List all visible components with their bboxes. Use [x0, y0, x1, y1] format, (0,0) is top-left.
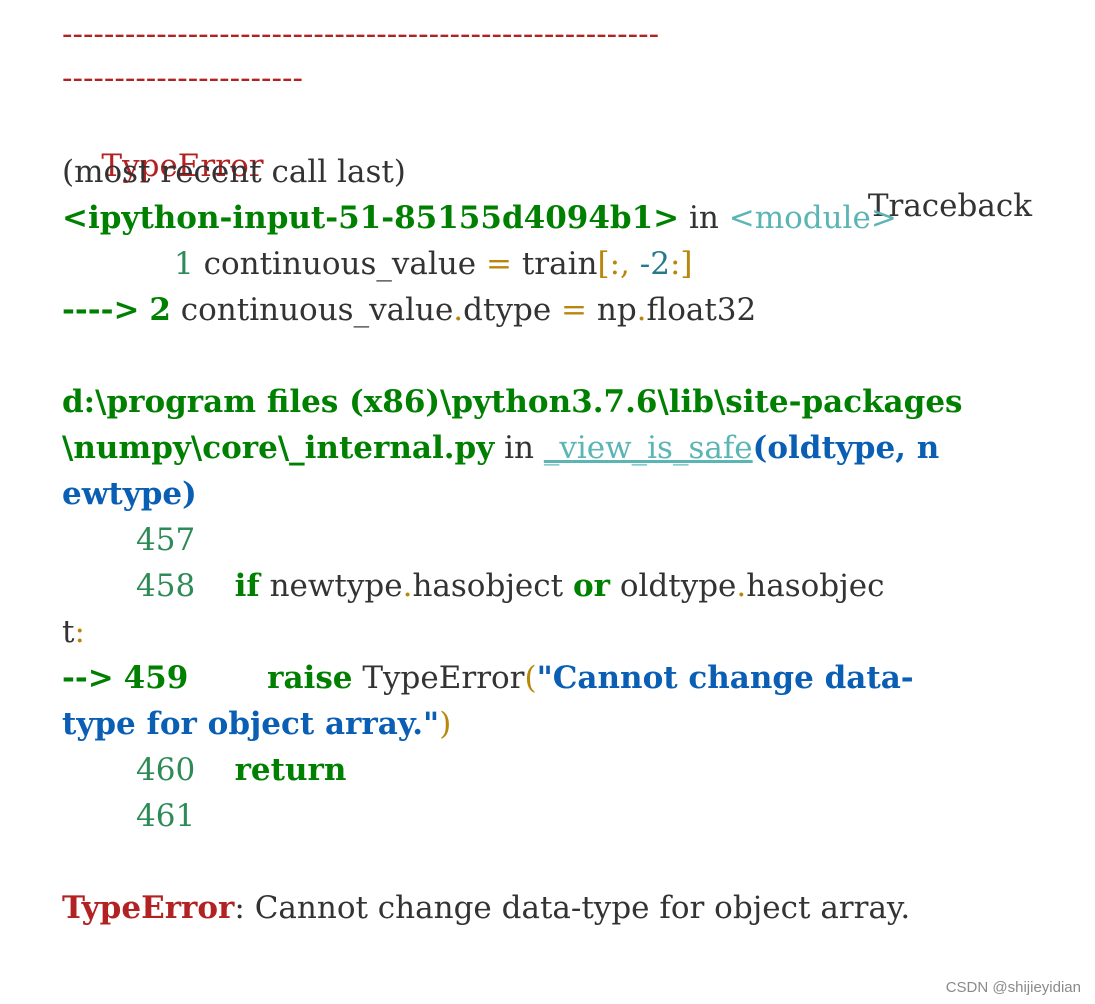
- frame-args-cont: ewtype): [62, 476, 197, 512]
- keyword-raise: raise: [267, 660, 353, 696]
- traceback-label-cont: (most recent call last): [62, 154, 406, 190]
- in-keyword: in: [494, 430, 544, 466]
- keyword-or: or: [572, 568, 610, 604]
- code-line: 460 return: [136, 750, 346, 790]
- line-number: 457: [136, 522, 196, 558]
- keyword-if: if: [234, 568, 260, 604]
- watermark: CSDN @shijieyidian: [945, 979, 1081, 996]
- code-line-wrap: t:: [62, 614, 85, 650]
- string-literal: type for object array.": [62, 706, 440, 742]
- code-line-wrap: type for object array."): [62, 706, 452, 742]
- traceback-header: TypeError Traceback: [62, 106, 1032, 224]
- error-type-label: TypeError: [62, 890, 235, 926]
- current-line-arrow: -->: [62, 660, 114, 696]
- frame-file: <ipython-input-51-85155d4094b1>: [62, 200, 680, 236]
- separator-line: ----------------------------------------…: [62, 16, 660, 52]
- frame-function: <module>: [728, 200, 897, 236]
- current-line-arrow: ---->: [62, 292, 140, 328]
- string-literal: "Cannot change data-: [536, 660, 914, 696]
- separator-line: -----------------------: [62, 60, 303, 96]
- code-line-current: --> 459 raise TypeError("Cannot change d…: [62, 660, 914, 696]
- line-number: 459: [123, 660, 189, 696]
- frame-file: d:\program files (x86)\python3.7.6\lib\s…: [62, 384, 963, 420]
- keyword-return: return: [234, 752, 347, 788]
- line-number: 460: [136, 752, 196, 788]
- line-number: 1: [174, 246, 194, 282]
- final-error-line: TypeError: Cannot change data-type for o…: [62, 888, 910, 928]
- line-number: 2: [149, 292, 171, 328]
- error-message: : Cannot change data-type for object arr…: [234, 890, 911, 926]
- frame-file-cont: \numpy\core\_internal.py: [62, 430, 495, 466]
- code-line-current: ----> 2 continuous_value.dtype = np.floa…: [62, 292, 757, 328]
- line-number: 458: [136, 568, 196, 604]
- frame-args: (oldtype, n: [752, 430, 940, 466]
- in-keyword: in: [679, 200, 729, 236]
- code-line: 458 if newtype.hasobject or oldtype.haso…: [136, 568, 885, 604]
- line-number: 461: [136, 798, 196, 834]
- code-line: 1 continuous_value = train[:, -2:]: [174, 246, 693, 282]
- frame-header: \numpy\core\_internal.py in _view_is_saf…: [62, 428, 939, 468]
- frame-header: <ipython-input-51-85155d4094b1> in <modu…: [62, 198, 897, 238]
- frame-function: _view_is_safe: [543, 430, 753, 466]
